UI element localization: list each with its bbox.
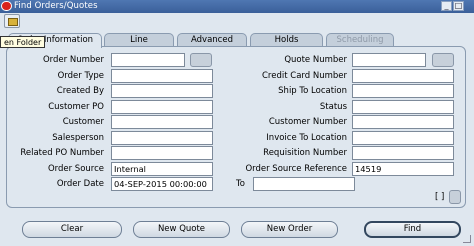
order-type-field[interactable] bbox=[111, 69, 213, 83]
order-date-to-label: To bbox=[236, 179, 245, 189]
customer-po-label: Customer PO bbox=[48, 102, 104, 112]
related-po-number-field[interactable] bbox=[111, 146, 213, 160]
quote-number-label: Quote Number bbox=[284, 55, 347, 65]
customer-label: Customer bbox=[62, 117, 104, 127]
credit-card-number-label: Credit Card Number bbox=[262, 71, 347, 81]
order-source-reference-label: Order Source Reference bbox=[245, 164, 347, 174]
resize-grip-icon[interactable] bbox=[463, 235, 471, 243]
related-po-number-label: Related PO Number bbox=[20, 148, 104, 158]
tab-advanced[interactable]: Advanced bbox=[177, 33, 247, 47]
salesperson-label: Salesperson bbox=[52, 133, 104, 143]
minimize-icon[interactable]: _ bbox=[441, 1, 452, 11]
credit-card-number-field[interactable] bbox=[352, 69, 454, 83]
window-title: Find Orders/Quotes bbox=[14, 1, 98, 11]
clear-button[interactable]: Clear bbox=[22, 221, 122, 238]
quote-number-field[interactable] bbox=[352, 53, 426, 67]
quote-number-lov-button[interactable] bbox=[432, 53, 454, 67]
open-folder-icon[interactable] bbox=[4, 14, 20, 28]
maximize-icon[interactable]: □ bbox=[453, 1, 464, 11]
oracle-app-icon bbox=[1, 1, 12, 11]
find-button[interactable]: Find bbox=[364, 221, 461, 238]
requisition-number-label: Requisition Number bbox=[263, 148, 347, 158]
new-order-button[interactable]: New Order bbox=[241, 221, 338, 238]
order-type-label: Order Type bbox=[57, 71, 104, 81]
order-number-label: Order Number bbox=[42, 55, 104, 65]
tooltip: en Folder bbox=[0, 36, 46, 48]
ship-to-location-field[interactable] bbox=[352, 84, 454, 98]
customer-number-label: Customer Number bbox=[268, 117, 347, 127]
tab-holds-information[interactable]: Holds Information bbox=[250, 33, 323, 57]
invoice-to-location-label: Invoice To Location bbox=[266, 133, 347, 143]
customer-number-field[interactable] bbox=[352, 115, 454, 129]
tab-scheduling: Scheduling bbox=[326, 33, 394, 47]
order-source-reference-field[interactable]: 14519 bbox=[352, 162, 454, 176]
created-by-label: Created By bbox=[56, 86, 104, 96]
order-source-label: Order Source bbox=[47, 164, 104, 174]
order-date-field[interactable]: 04-SEP-2015 00:00:00 bbox=[111, 177, 213, 191]
order-source-field[interactable]: Internal bbox=[111, 162, 213, 176]
order-date-to-field[interactable] bbox=[253, 177, 355, 191]
order-number-lov-button[interactable] bbox=[190, 53, 212, 67]
status-label: Status bbox=[319, 102, 347, 112]
ship-to-location-label: Ship To Location bbox=[278, 86, 347, 96]
tab-line-information[interactable]: Line Information bbox=[104, 33, 174, 57]
scroll-handle[interactable] bbox=[449, 190, 461, 204]
requisition-number-field[interactable] bbox=[352, 146, 454, 160]
order-date-label: Order Date bbox=[56, 179, 104, 189]
invoice-to-location-field[interactable] bbox=[352, 131, 454, 145]
customer-field[interactable] bbox=[111, 115, 213, 129]
status-field[interactable] bbox=[352, 100, 454, 114]
order-number-field[interactable] bbox=[111, 53, 185, 67]
customer-po-field[interactable] bbox=[111, 100, 213, 114]
title-bar: Find Orders/Quotes _ □ bbox=[0, 0, 474, 13]
created-by-field[interactable] bbox=[111, 84, 213, 98]
new-quote-button[interactable]: New Quote bbox=[133, 221, 230, 238]
salesperson-field[interactable] bbox=[111, 131, 213, 145]
descriptive-flexfield-checkbox[interactable]: [ ] bbox=[435, 192, 444, 202]
